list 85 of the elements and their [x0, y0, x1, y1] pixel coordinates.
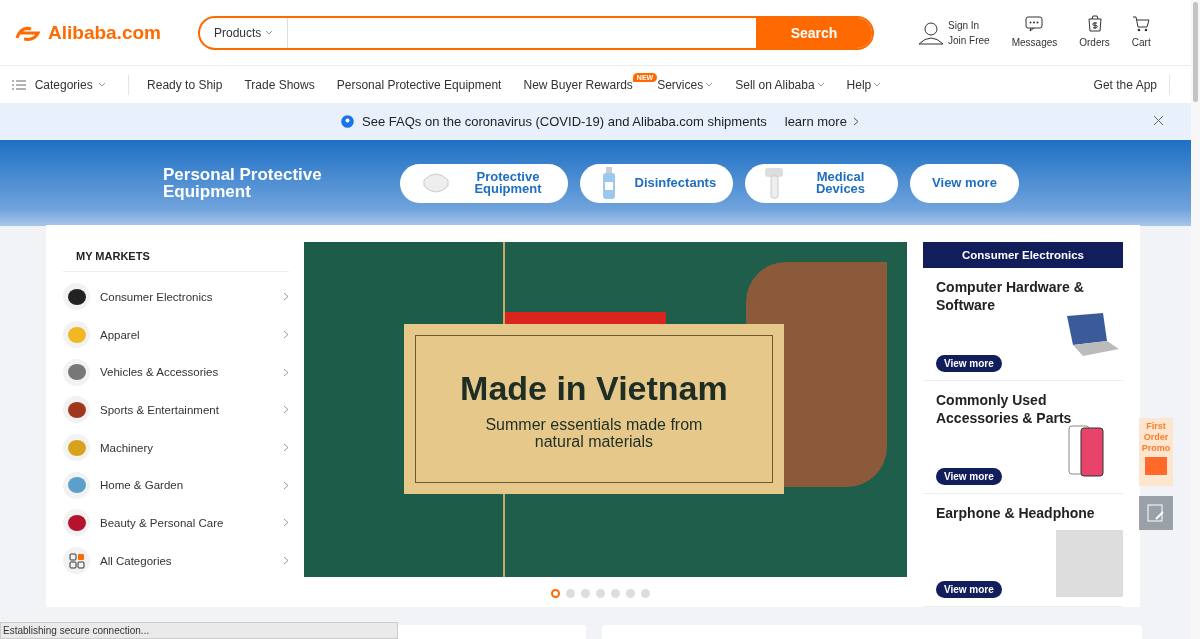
carousel-dot[interactable] — [566, 589, 575, 598]
carousel-dot[interactable] — [626, 589, 635, 598]
view-more-button[interactable]: View more — [935, 355, 1002, 372]
category-thumbnail-icon — [66, 400, 87, 419]
category-thumbnail-icon — [66, 438, 87, 457]
category-thumbnail-icon — [66, 325, 87, 344]
caret-down-icon — [873, 82, 882, 87]
chevron-right-icon — [282, 292, 289, 302]
status-bar: Establishing secure connection... — [0, 622, 398, 639]
caret-down-icon — [265, 30, 274, 35]
notice-text: See FAQs on the coronavirus (COVID-19) and Alibaba.com shipments — [362, 114, 767, 129]
nav-link[interactable]: Services — [657, 77, 714, 92]
menu-icon — [12, 79, 26, 90]
banner-subtitle: Summer essentials made from natural materials — [484, 415, 704, 450]
market-item[interactable]: Sports & Entertainment — [63, 391, 289, 429]
join-free-link[interactable]: Join Free — [948, 32, 990, 48]
market-item[interactable]: Consumer Electronics — [63, 278, 289, 316]
category-thumbnail-icon — [66, 513, 87, 532]
chevron-right-icon — [282, 330, 289, 340]
nav-link[interactable]: Ready to Ship — [147, 77, 223, 92]
nav-link[interactable]: New Buyer Rewards — [523, 77, 633, 92]
logo-text: Alibaba.com — [48, 21, 161, 44]
grid-icon — [68, 552, 85, 569]
thermometer-gun-icon — [763, 166, 784, 200]
location-pin-icon — [341, 114, 355, 129]
market-item[interactable]: All Categories — [63, 541, 289, 580]
category-thumbnail-icon — [66, 476, 87, 495]
user-icon — [918, 20, 944, 45]
category-thumbnail-icon — [66, 363, 87, 382]
featured-title: Earphone & Headphone — [935, 504, 1096, 522]
market-item[interactable]: Home & Garden — [63, 466, 289, 505]
market-item[interactable]: Beauty & Personal Care — [63, 504, 289, 542]
cart-icon — [1132, 15, 1151, 32]
feedback-button[interactable] — [1139, 496, 1173, 530]
chevron-right-icon — [282, 443, 289, 453]
chevron-right-icon — [282, 480, 289, 490]
dollar-bag-icon — [1086, 15, 1103, 32]
feedback-icon — [1147, 504, 1165, 522]
earbuds-photo — [1056, 530, 1123, 597]
header-action-link[interactable]: Cart — [1131, 34, 1151, 50]
chevron-right-icon — [282, 518, 289, 528]
carousel-dot[interactable] — [551, 589, 560, 598]
featured-title: Computer Hardware & Software — [935, 278, 1085, 314]
chat-icon — [1025, 15, 1044, 32]
spray-bottle-icon — [600, 166, 617, 200]
sign-in-link[interactable]: Sign In — [948, 17, 990, 33]
banner-title: Made in Vietnam — [460, 368, 728, 408]
category-chip[interactable]: Medical Devices — [745, 163, 898, 203]
market-item[interactable]: Machinery — [63, 428, 289, 467]
carousel-dot[interactable] — [641, 589, 650, 598]
nav-link[interactable]: Trade Shows — [244, 77, 315, 92]
nav-link[interactable]: Help — [846, 77, 882, 92]
nav-link[interactable]: Personal Protective Equipment — [336, 77, 502, 92]
nav-link[interactable]: Sell on Alibaba — [735, 77, 825, 92]
markets-title: MY MARKETS — [63, 242, 289, 272]
carousel-dot[interactable] — [611, 589, 620, 598]
market-item[interactable]: Apparel — [63, 315, 289, 354]
chevron-right-icon — [282, 405, 289, 415]
featured-heading: Consumer Electronics — [922, 242, 1123, 268]
caret-down-icon — [816, 82, 825, 87]
category-chip[interactable]: View more — [910, 163, 1019, 203]
promo-banner[interactable]: Made in Vietnam Summer essentials made from natural materials — [303, 242, 907, 577]
close-icon[interactable] — [1153, 115, 1164, 126]
caret-down-icon — [98, 82, 107, 87]
caret-down-icon — [705, 82, 714, 87]
category-chip[interactable]: Protective Equipment — [400, 163, 568, 203]
header-action-link[interactable]: Orders — [1079, 35, 1110, 50]
header-action-link[interactable]: Messages — [1011, 34, 1058, 50]
carousel-dot[interactable] — [596, 589, 605, 598]
category-chip[interactable]: Disinfectants — [580, 163, 733, 203]
smartphone-photo — [1067, 425, 1107, 477]
carousel-dot[interactable] — [581, 589, 590, 598]
chevron-right-icon — [852, 117, 859, 126]
get-the-app-link[interactable]: Get the App — [1093, 77, 1157, 92]
view-more-button[interactable]: View more — [935, 581, 1002, 598]
chevron-right-icon — [282, 556, 289, 566]
chevron-right-icon — [282, 367, 289, 377]
view-more-button[interactable]: View more — [935, 468, 1002, 485]
featured-title: Commonly Used Accessories & Parts — [935, 391, 1073, 427]
categories-menu[interactable]: Categories — [12, 77, 107, 92]
learn-more-link[interactable]: learn more — [784, 114, 859, 129]
hero-title: Personal Protective Equipment — [163, 166, 323, 200]
category-thumbnail-icon — [66, 287, 87, 306]
scrollbar-thumb[interactable] — [1193, 2, 1198, 102]
market-item[interactable]: Vehicles & Accessories — [63, 353, 289, 392]
